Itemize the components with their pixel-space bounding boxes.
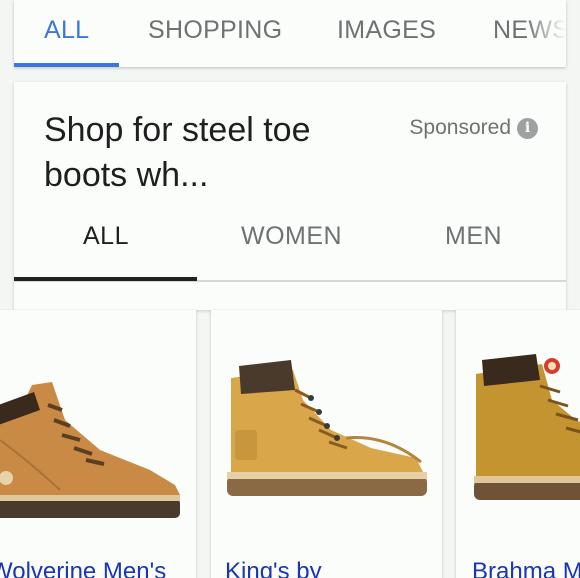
subtab-all[interactable]: ALL (83, 222, 129, 251)
tab-images[interactable]: IMAGES (337, 16, 436, 45)
subtab-women[interactable]: WOMEN (241, 222, 342, 251)
product-name[interactable]: King's by (225, 558, 322, 578)
product-name[interactable]: Brahma M (472, 558, 580, 578)
boot-image (227, 360, 427, 496)
product-card[interactable]: King's by (211, 310, 442, 578)
product-card[interactable]: Brahma M (456, 310, 580, 578)
product-name[interactable]: Wolverine Men's (0, 558, 166, 578)
subtab-men[interactable]: MEN (445, 222, 502, 251)
subtab-active-indicator (14, 277, 197, 281)
active-tab-indicator (14, 63, 119, 67)
boot-image (474, 354, 580, 500)
tabs-fade (526, 0, 566, 64)
sponsored-text: Sponsored (409, 116, 511, 139)
info-icon[interactable]: i (517, 117, 538, 139)
sponsored-label: Sponsored i (409, 116, 538, 140)
tab-all[interactable]: ALL (44, 16, 89, 45)
tab-shopping[interactable]: SHOPPING (148, 16, 282, 45)
boot-image (0, 382, 180, 518)
shopping-title[interactable]: Shop for steel toe boots wh... (44, 108, 374, 198)
search-tabs-bar: ALL SHOPPING IMAGES NEWS (14, 0, 566, 67)
product-card[interactable]: Wolverine Men's (0, 310, 196, 578)
shopping-card: Shop for steel toe boots wh... Sponsored… (14, 82, 566, 310)
